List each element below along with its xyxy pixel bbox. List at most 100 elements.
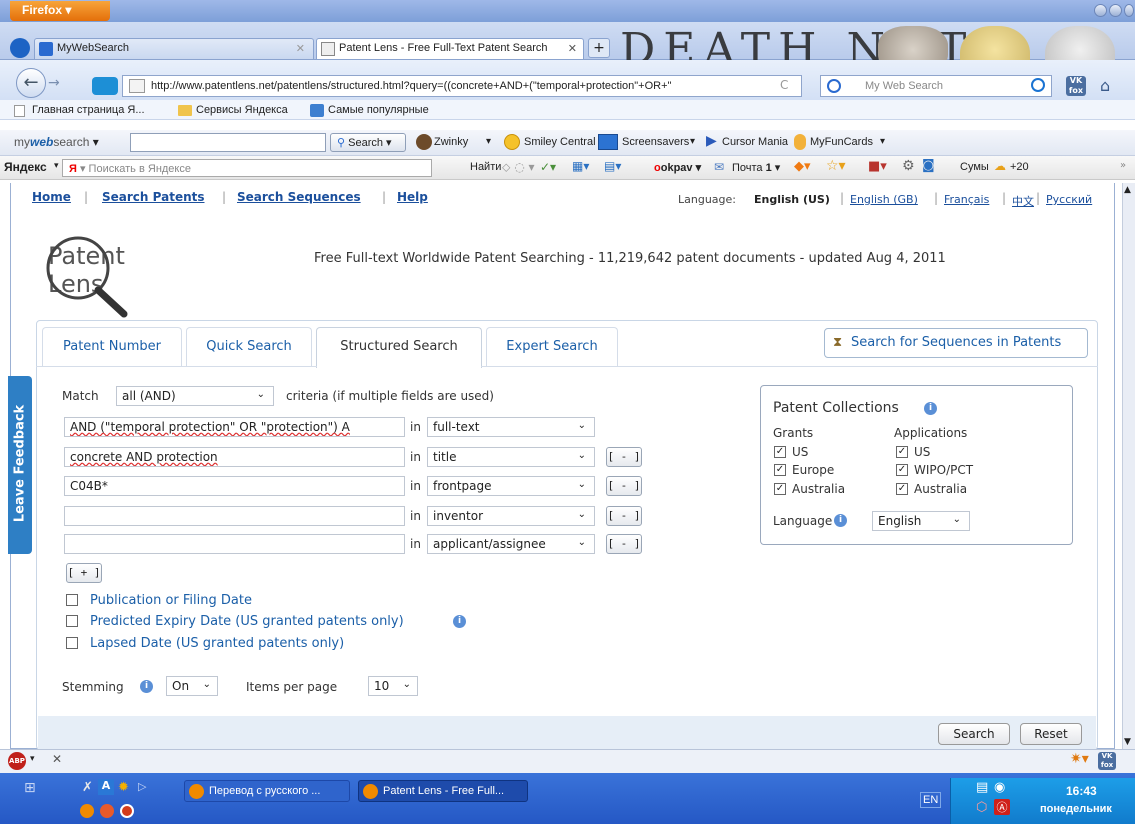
translate-page-icon[interactable]: ▤▾ xyxy=(604,159,621,173)
cursor-mania-button[interactable]: Cursor Mania xyxy=(722,136,788,148)
scroll-up-icon[interactable]: ▲ xyxy=(1124,185,1131,195)
leave-feedback-tab[interactable]: Leave Feedback xyxy=(8,376,32,554)
bookmark-yandex-services[interactable]: Сервисы Яндекса xyxy=(196,104,288,116)
yandex-find-button[interactable]: Найти xyxy=(470,161,501,173)
tray-icon[interactable]: ⬡ xyxy=(976,800,987,815)
stemming-select[interactable]: On ⌄ xyxy=(166,676,218,696)
tab-close-icon[interactable]: ✕ xyxy=(296,42,305,55)
nav-help[interactable]: Help xyxy=(397,190,428,204)
chevron-down-icon[interactable]: ▾ xyxy=(30,754,35,764)
info-icon[interactable]: i xyxy=(834,514,847,527)
toolbar-overflow-icon[interactable]: » xyxy=(1120,160,1126,171)
query-input-3[interactable]: C04B* xyxy=(64,476,405,496)
weather-city[interactable]: Сумы xyxy=(960,161,989,173)
applications-wipo-checkbox[interactable]: ✓ xyxy=(896,464,908,476)
remove-row-button[interactable]: [ - ] xyxy=(606,534,642,554)
query-input-4[interactable] xyxy=(64,506,405,526)
field-select-1[interactable]: full-text ⌄ xyxy=(427,417,595,437)
myfuncards-button[interactable]: MyFunCards xyxy=(810,136,873,148)
match-select[interactable]: all (AND) ⌄ xyxy=(116,386,274,406)
mywebsearch-logo[interactable]: mywebsearch ▾ xyxy=(14,135,99,149)
chevron-down-icon[interactable]: ▾ xyxy=(880,136,885,147)
tab-patent-number[interactable]: Patent Number xyxy=(42,327,182,367)
yandex-browser-icon[interactable]: ◙ xyxy=(922,158,935,173)
remove-row-button[interactable]: [ - ] xyxy=(606,476,642,496)
lang-chinese[interactable]: 中文 xyxy=(1012,193,1034,209)
tray-antivirus-icon[interactable]: Ⓐ xyxy=(994,799,1010,815)
quicklaunch-icon[interactable]: ✹ xyxy=(118,780,129,795)
taskbar-item-patent-lens[interactable]: Patent Lens - Free Full... xyxy=(358,780,528,802)
yandex-user-button[interactable]: ookpav ▾ xyxy=(654,161,701,174)
yandex-bar-icon[interactable]: ◆▾ xyxy=(794,159,811,174)
yandex-search-input[interactable]: Я ▾ Поискать в Яндексе xyxy=(62,159,432,177)
screensavers-button[interactable]: Screensavers xyxy=(622,136,689,148)
search-sequences-button[interactable]: ⧗ Search for Sequences in Patents xyxy=(824,328,1088,358)
nav-search-sequences[interactable]: Search Sequences xyxy=(237,190,361,204)
speech-icon[interactable]: ⬦ ◌ ▾ xyxy=(502,160,535,175)
chevron-down-icon[interactable]: ▾ xyxy=(486,136,491,147)
items-per-page-select[interactable]: 10 ⌄ xyxy=(368,676,418,696)
tray-save-icon[interactable]: ▤ xyxy=(976,780,988,795)
close-icon[interactable]: ✕ xyxy=(52,752,62,766)
web-search-box[interactable]: My Web Search xyxy=(820,75,1052,97)
start-icon[interactable]: ⊞ xyxy=(24,780,36,796)
bookmark-most-popular[interactable]: Самые популярные xyxy=(328,104,429,116)
home-icon[interactable]: ⌂ xyxy=(1100,76,1110,95)
search-engine-icon[interactable] xyxy=(827,79,841,93)
query-input-5[interactable] xyxy=(64,534,405,554)
lang-english-gb[interactable]: English (GB) xyxy=(850,193,918,206)
minimize-icon[interactable] xyxy=(1094,4,1107,17)
grants-australia-checkbox[interactable]: ✓ xyxy=(774,483,786,495)
forward-button-icon[interactable]: → xyxy=(48,75,60,91)
yandex-logo[interactable]: Яндекс xyxy=(4,160,47,174)
query-input-2[interactable]: concrete AND protection xyxy=(64,447,405,467)
remove-row-button[interactable]: [ - ] xyxy=(606,506,642,526)
spellcheck-icon[interactable]: ✓▾ xyxy=(540,160,556,174)
applications-us-checkbox[interactable]: ✓ xyxy=(896,446,908,458)
zwinky-button[interactable]: Zwinky xyxy=(434,136,468,148)
publication-date-checkbox[interactable] xyxy=(66,594,78,606)
expiry-date-checkbox[interactable] xyxy=(66,615,78,627)
clock-time[interactable]: 16:43 xyxy=(1066,784,1097,798)
yandex-mail-button[interactable]: Почта 1 ▾ xyxy=(732,161,780,174)
keyboard-language[interactable]: EN xyxy=(920,792,942,808)
publication-date-label[interactable]: Publication or Filing Date xyxy=(90,593,252,608)
tab-structured-search[interactable]: Structured Search xyxy=(316,327,482,368)
yandex-app-icon[interactable]: ■▾ xyxy=(868,159,887,174)
reset-button[interactable]: Reset xyxy=(1020,723,1082,745)
adblock-icon[interactable]: ABP xyxy=(8,752,26,770)
tab-mywebsearch[interactable]: MyWebSearch ✕ xyxy=(34,38,314,59)
reload-icon[interactable]: C xyxy=(780,78,788,92)
new-tab-icon[interactable]: + xyxy=(588,38,610,58)
remove-row-button[interactable]: [ - ] xyxy=(606,447,642,467)
mywebsearch-input[interactable] xyxy=(130,133,326,152)
field-select-2[interactable]: title ⌄ xyxy=(427,447,595,467)
scroll-down-icon[interactable]: ▼ xyxy=(1124,737,1131,747)
add-row-button[interactable]: [ + ] xyxy=(66,563,102,583)
tab-groups-icon[interactable] xyxy=(10,38,30,58)
url-bar[interactable]: http://www.patentlens.net/patentlens/str… xyxy=(122,75,802,97)
search-button[interactable]: Search xyxy=(938,723,1010,745)
back-button-icon[interactable]: ← xyxy=(16,68,46,98)
quicklaunch-icon[interactable] xyxy=(100,804,114,818)
expiry-date-label[interactable]: Predicted Expiry Date (US granted patent… xyxy=(90,614,404,629)
query-input-1[interactable]: AND ("temporal protection" OR "protectio… xyxy=(64,417,405,437)
smiley-central-button[interactable]: Smiley Central xyxy=(524,136,596,148)
info-icon[interactable]: i xyxy=(140,680,153,693)
tab-patent-lens[interactable]: Patent Lens - Free Full-Text Patent Sear… xyxy=(316,38,584,59)
grants-us-checkbox[interactable]: ✓ xyxy=(774,446,786,458)
grants-europe-checkbox[interactable]: ✓ xyxy=(774,464,786,476)
search-icon[interactable] xyxy=(1031,78,1045,92)
tab-close-icon[interactable]: ✕ xyxy=(568,42,577,55)
firefox-menu-button[interactable]: Firefox ▾ xyxy=(10,1,110,21)
vkfox-icon[interactable]: VK fox xyxy=(1066,76,1086,96)
nav-home[interactable]: Home xyxy=(32,190,71,204)
tab-expert-search[interactable]: Expert Search xyxy=(486,327,618,367)
chevron-down-icon[interactable]: ▾ xyxy=(54,161,59,171)
tray-network-icon[interactable]: ◉ xyxy=(994,780,1005,795)
collections-language-select[interactable]: English ⌄ xyxy=(872,511,970,531)
page-scrollbar[interactable]: ▲ ▼ xyxy=(1122,183,1135,749)
nav-search-patents[interactable]: Search Patents xyxy=(102,190,205,204)
quicklaunch-icon[interactable]: A xyxy=(98,779,114,795)
lapsed-date-checkbox[interactable] xyxy=(66,637,78,649)
